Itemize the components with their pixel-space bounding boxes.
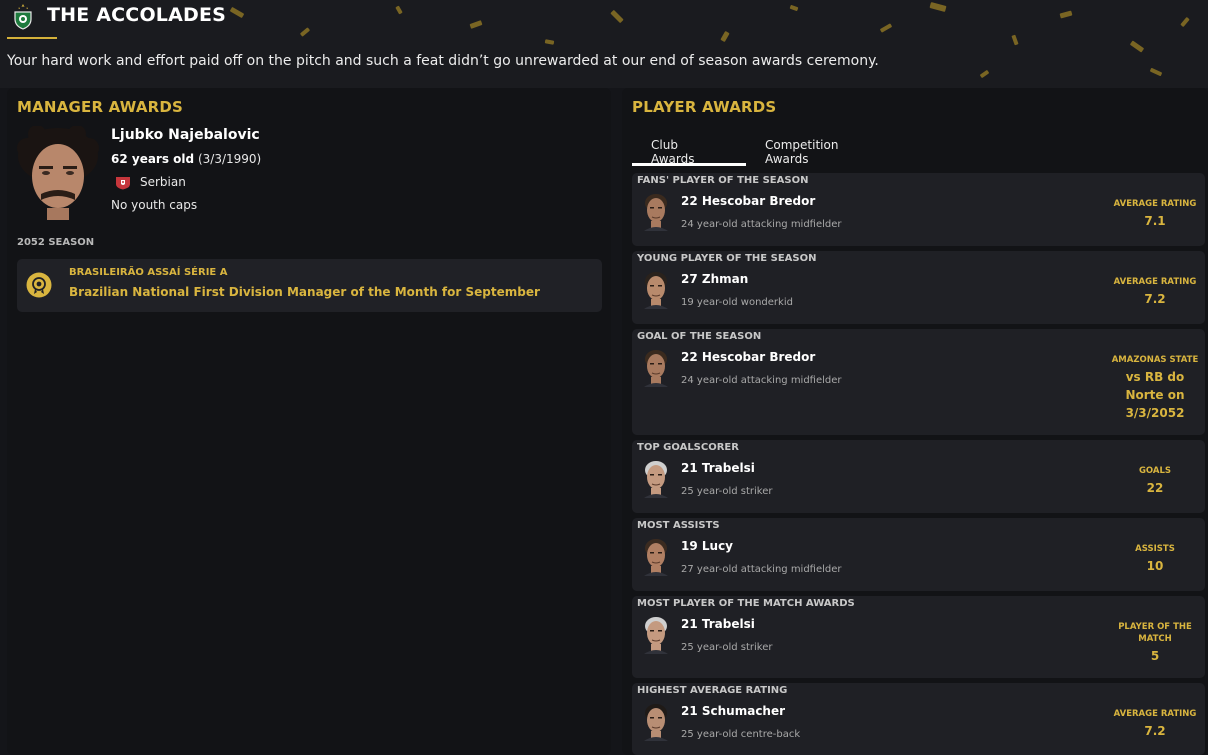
player-award-card[interactable]: MOST ASSISTS 19 Lucy 27 year-old attacking… <box>632 518 1205 591</box>
stat-value: 7.2 <box>1144 292 1166 306</box>
serbia-flag-icon <box>116 177 130 190</box>
award-category: MOST PLAYER OF THE MATCH AWARDS <box>637 598 855 609</box>
award-category: HIGHEST AVERAGE RATING <box>637 685 788 696</box>
player-awards-panel: PLAYER AWARDS Club Awards Competition Aw… <box>622 88 1208 755</box>
manager-awards-title: MANAGER AWARDS <box>17 98 184 116</box>
player-avatar[interactable] <box>642 191 670 231</box>
award-stat: AMAZONAS STATE vs RB do Norte on 3/3/2052 <box>1105 354 1205 422</box>
award-stat: AVERAGE RATING 7.1 <box>1105 198 1205 230</box>
player-award-card[interactable]: FANS' PLAYER OF THE SEASON 22 Hescobar Br… <box>632 173 1205 246</box>
player-award-card[interactable]: HIGHEST AVERAGE RATING 21 Schumacher 25 ye… <box>632 683 1205 755</box>
award-category: GOAL OF THE SEASON <box>637 331 762 342</box>
manager-caps: No youth caps <box>111 198 198 212</box>
stat-value: 10 <box>1146 559 1164 573</box>
player-name[interactable]: 27 Zhman <box>681 272 748 286</box>
stat-value: 7.1 <box>1144 214 1166 228</box>
player-name[interactable]: 21 Trabelsi <box>681 461 755 475</box>
player-award-card[interactable]: GOAL OF THE SEASON 22 Hescobar Bredor 24 y… <box>632 329 1205 435</box>
stat-value: vs RB do Norte on 3/3/2052 <box>1125 370 1185 420</box>
season-label: 2052 SEASON <box>17 237 95 248</box>
award-stat: ASSISTS 10 <box>1105 543 1205 575</box>
manager-age-label: 62 years old <box>111 152 195 166</box>
club-crest-icon <box>14 4 32 30</box>
player-name[interactable]: 21 Schumacher <box>681 704 785 718</box>
manager-award-card[interactable]: BRASILEIRÃO ASSAÍ SÉRIE A Brazilian Nati… <box>17 259 602 312</box>
player-description: 27 year-old attacking midfielder <box>681 564 842 575</box>
player-description: 25 year-old striker <box>681 486 773 497</box>
stat-value: 5 <box>1150 649 1160 663</box>
manager-dob: (3/3/1990) <box>197 152 262 166</box>
stat-label: AVERAGE RATING <box>1113 277 1197 287</box>
award-category: FANS' PLAYER OF THE SEASON <box>637 175 809 186</box>
player-description: 25 year-old striker <box>681 642 773 653</box>
stat-value: 22 <box>1146 481 1164 495</box>
player-avatar[interactable] <box>642 701 670 741</box>
award-stat: GOALS 22 <box>1105 465 1205 497</box>
page-header: THE ACCOLADES Your hard work and effort … <box>0 0 1208 88</box>
player-avatar[interactable] <box>642 536 670 576</box>
player-name[interactable]: 19 Lucy <box>681 539 733 553</box>
player-avatar[interactable] <box>642 347 670 387</box>
player-award-card[interactable]: YOUNG PLAYER OF THE SEASON 27 Zhman 19 yea… <box>632 251 1205 324</box>
stat-label: AVERAGE RATING <box>1113 709 1197 719</box>
manager-age: 62 years old (3/3/1990) <box>111 152 261 166</box>
stat-label: AVERAGE RATING <box>1113 199 1197 209</box>
player-description: 24 year-old attacking midfielder <box>681 375 842 386</box>
page-subtitle: Your hard work and effort paid off on th… <box>7 53 879 69</box>
player-award-card[interactable]: TOP GOALSCORER 21 Trabelsi 25 year-old str… <box>632 440 1205 513</box>
player-name[interactable]: 21 Trabelsi <box>681 617 755 631</box>
title-underline <box>7 37 57 39</box>
medal-icon <box>26 272 52 298</box>
active-tab-indicator <box>632 163 746 166</box>
tab-competition-awards[interactable]: Competition Awards <box>765 136 838 168</box>
stat-label: ASSISTS <box>1135 544 1175 554</box>
player-description: 25 year-old centre-back <box>681 729 801 740</box>
manager-awards-panel: MANAGER AWARDS Ljubko Najebalovic 62 yea… <box>7 88 611 755</box>
player-avatar[interactable] <box>642 614 670 654</box>
player-description: 24 year-old attacking midfielder <box>681 219 842 230</box>
player-name[interactable]: 22 Hescobar Bredor <box>681 194 815 208</box>
award-title[interactable]: Brazilian National First Division Manage… <box>69 285 540 299</box>
player-name[interactable]: 22 Hescobar Bredor <box>681 350 815 364</box>
manager-avatar[interactable] <box>17 126 99 220</box>
manager-name[interactable]: Ljubko Najebalovic <box>111 127 260 143</box>
player-award-card[interactable]: MOST PLAYER OF THE MATCH AWARDS 21 Trabel… <box>632 596 1205 678</box>
award-category: YOUNG PLAYER OF THE SEASON <box>637 253 817 264</box>
award-stat: PLAYER OF THE MATCH 5 <box>1105 621 1205 665</box>
stat-label: PLAYER OF THE MATCH <box>1118 622 1192 644</box>
award-competition: BRASILEIRÃO ASSAÍ SÉRIE A <box>69 267 228 278</box>
manager-nationality: Serbian <box>140 175 186 189</box>
stat-label: AMAZONAS STATE <box>1111 355 1199 365</box>
award-category: MOST ASSISTS <box>637 520 720 531</box>
player-awards-title: PLAYER AWARDS <box>632 98 777 116</box>
player-avatar[interactable] <box>642 269 670 309</box>
player-description: 19 year-old wonderkid <box>681 297 793 308</box>
award-stat: AVERAGE RATING 7.2 <box>1105 708 1205 740</box>
stat-value: 7.2 <box>1144 724 1166 738</box>
player-avatar[interactable] <box>642 458 670 498</box>
award-category: TOP GOALSCORER <box>637 442 739 453</box>
award-stat: AVERAGE RATING 7.2 <box>1105 276 1205 308</box>
stat-label: GOALS <box>1138 466 1172 476</box>
page-title: THE ACCOLADES <box>47 4 227 26</box>
